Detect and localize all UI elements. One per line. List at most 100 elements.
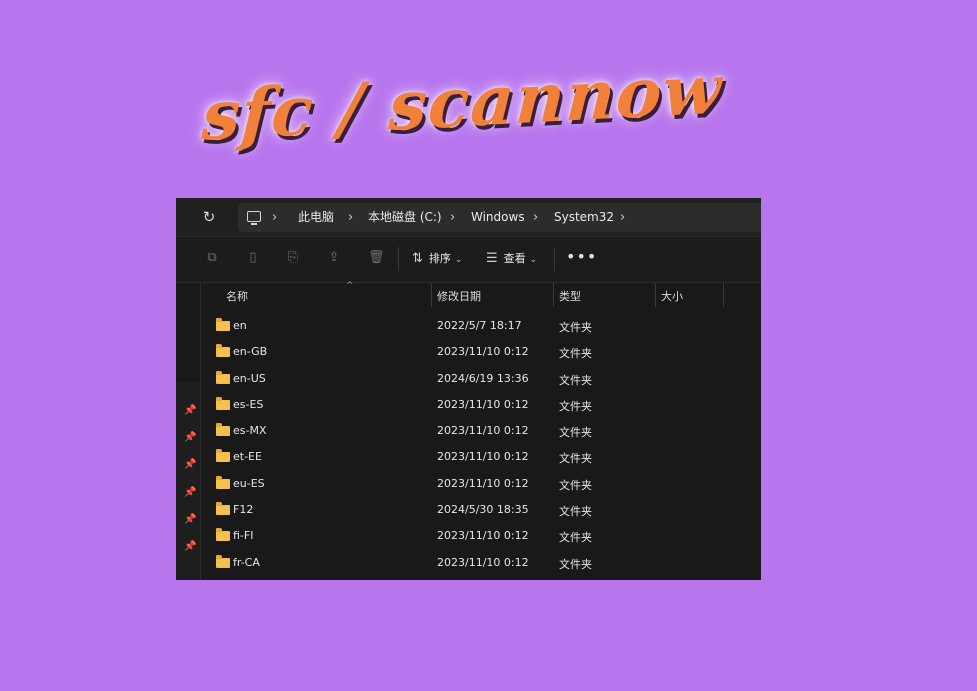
file-name: et-EE [233, 450, 262, 464]
file-type: 文件夹 [559, 426, 592, 440]
pin-icon[interactable]: 📌 [184, 405, 196, 417]
breadcrumb-this-pc[interactable]: 此电脑 [298, 203, 334, 232]
file-row[interactable]: en-GB 2023/11/10 0:12 文件夹 [201, 340, 761, 366]
file-date: 2023/11/10 0:12 [437, 450, 529, 464]
sort-icon: ⇅ [412, 251, 423, 266]
file-name: F12 [233, 503, 254, 517]
file-row[interactable]: eu-ES 2023/11/10 0:12 文件夹 [201, 472, 761, 498]
chevron-right-icon[interactable]: › [450, 203, 455, 232]
sfc-scannow-banner: sfc / scannow [199, 49, 725, 157]
pin-icon[interactable]: 📌 [184, 541, 196, 553]
file-type: 文件夹 [559, 399, 592, 413]
view-button[interactable]: ☰ 查看 ⌄ [486, 250, 537, 268]
file-row[interactable]: et-EE 2023/11/10 0:12 文件夹 [201, 445, 761, 471]
file-name: es-ES [233, 397, 264, 411]
file-name: en [233, 319, 247, 332]
column-name[interactable]: 名称 [226, 288, 248, 304]
pin-icon[interactable]: 📌 [184, 459, 196, 471]
file-name: fr-CA [233, 555, 260, 569]
file-type: 文件夹 [559, 505, 592, 519]
column-header: ^ 名称 修改日期 类型 大小 [201, 281, 761, 307]
folder-icon [216, 449, 230, 463]
command-toolbar: ⧉ ▯ ⎘ ⇪ 🗑 ⇅ 排序 ⌄ ☰ 查看 ⌄ ••• [176, 237, 761, 283]
file-explorer-window: ↻ › 此电脑 › 本地磁盘 (C:) › Windows › System32… [176, 198, 761, 580]
file-row[interactable]: fi-FI 2023/11/10 0:12 文件夹 [201, 524, 761, 550]
chevron-right-icon[interactable]: › [620, 203, 625, 232]
folder-icon [216, 423, 230, 437]
breadcrumb-windows[interactable]: Windows [471, 203, 525, 232]
file-row[interactable]: F12 2024/5/30 18:35 文件夹 [201, 498, 761, 524]
file-name: es-MX [233, 424, 267, 438]
folder-icon [216, 554, 230, 568]
chevron-right-icon[interactable]: › [533, 203, 538, 232]
file-row[interactable]: fr-CA 2023/11/10 0:12 文件夹 [201, 551, 761, 577]
chevron-down-icon: ⌄ [454, 255, 463, 265]
chevron-right-icon[interactable]: › [272, 203, 277, 232]
file-name: en-GB [233, 345, 268, 359]
pin-icon[interactable]: 📌 [184, 514, 196, 526]
folder-icon [216, 475, 230, 489]
sort-label: 排序 [428, 252, 451, 265]
chevron-down-icon: ⌄ [529, 255, 538, 265]
column-type[interactable]: 类型 [559, 288, 581, 304]
file-name: en-US [233, 371, 266, 385]
breadcrumb[interactable]: › 此电脑 › 本地磁盘 (C:) › Windows › System32 › [238, 203, 761, 232]
file-type: 文件夹 [559, 321, 592, 334]
share-icon[interactable]: ⇪ [327, 251, 341, 265]
breadcrumb-system32[interactable]: System32 [554, 203, 614, 232]
file-date: 2023/11/10 0:12 [437, 345, 529, 359]
file-date: 2023/11/10 0:12 [437, 529, 529, 543]
column-divider[interactable] [431, 283, 432, 307]
pin-icon[interactable]: 📌 [184, 487, 196, 499]
navigation-pane: 📌 📌 📌 📌 📌 📌 [176, 283, 201, 580]
file-list: en 2022/5/7 18:17 文件夹 en-GB 2023/11/10 0… [201, 314, 761, 577]
file-date: 2023/11/10 0:12 [437, 397, 529, 411]
toolbar-divider [554, 247, 555, 271]
column-size[interactable]: 大小 [661, 288, 683, 304]
file-type: 文件夹 [559, 531, 592, 545]
sort-button[interactable]: ⇅ 排序 ⌄ [412, 250, 462, 268]
pin-icon[interactable]: 📌 [184, 432, 196, 444]
column-divider[interactable] [553, 283, 554, 307]
file-row[interactable]: es-ES 2023/11/10 0:12 文件夹 [201, 393, 761, 419]
file-date: 2023/11/10 0:12 [437, 424, 529, 438]
address-bar: ↻ › 此电脑 › 本地磁盘 (C:) › Windows › System32… [176, 198, 761, 237]
file-date: 2024/5/30 18:35 [437, 503, 529, 517]
sort-ascending-icon: ^ [346, 281, 354, 291]
column-divider[interactable] [723, 283, 724, 307]
column-date[interactable]: 修改日期 [437, 288, 481, 304]
file-date: 2022/5/7 18:17 [437, 319, 522, 332]
folder-icon [216, 344, 230, 358]
paste-icon[interactable]: ▯ [246, 251, 260, 265]
file-date: 2024/6/19 13:36 [437, 371, 529, 385]
chevron-right-icon[interactable]: › [348, 203, 353, 232]
file-type: 文件夹 [559, 347, 592, 361]
rename-icon[interactable]: ⎘ [286, 251, 300, 265]
file-type: 文件夹 [559, 373, 592, 387]
folder-icon [216, 370, 230, 384]
copy-icon[interactable]: ⧉ [205, 251, 219, 265]
file-date: 2023/11/10 0:12 [437, 555, 529, 569]
file-name: eu-ES [233, 476, 265, 490]
more-options-icon[interactable]: ••• [566, 247, 597, 266]
folder-icon [216, 502, 230, 516]
column-divider[interactable] [655, 283, 656, 307]
file-type: 文件夹 [559, 557, 592, 571]
folder-icon [216, 396, 230, 410]
folder-icon [216, 318, 230, 331]
this-pc-icon[interactable] [247, 211, 261, 225]
refresh-icon[interactable]: ↻ [200, 208, 218, 226]
toolbar-divider [398, 247, 399, 271]
breadcrumb-local-disk[interactable]: 本地磁盘 (C:) [368, 203, 442, 232]
view-icon: ☰ [486, 251, 498, 266]
file-row[interactable]: es-MX 2023/11/10 0:12 文件夹 [201, 419, 761, 445]
view-label: 查看 [503, 252, 526, 265]
navigation-pane-top [176, 283, 200, 383]
file-date: 2023/11/10 0:12 [437, 476, 529, 490]
file-row[interactable]: en-US 2024/6/19 13:36 文件夹 [201, 367, 761, 393]
delete-icon[interactable]: 🗑 [368, 251, 385, 265]
file-row[interactable]: en 2022/5/7 18:17 文件夹 [201, 314, 761, 340]
file-type: 文件夹 [559, 478, 592, 492]
folder-icon [216, 528, 230, 542]
file-type: 文件夹 [559, 452, 592, 466]
